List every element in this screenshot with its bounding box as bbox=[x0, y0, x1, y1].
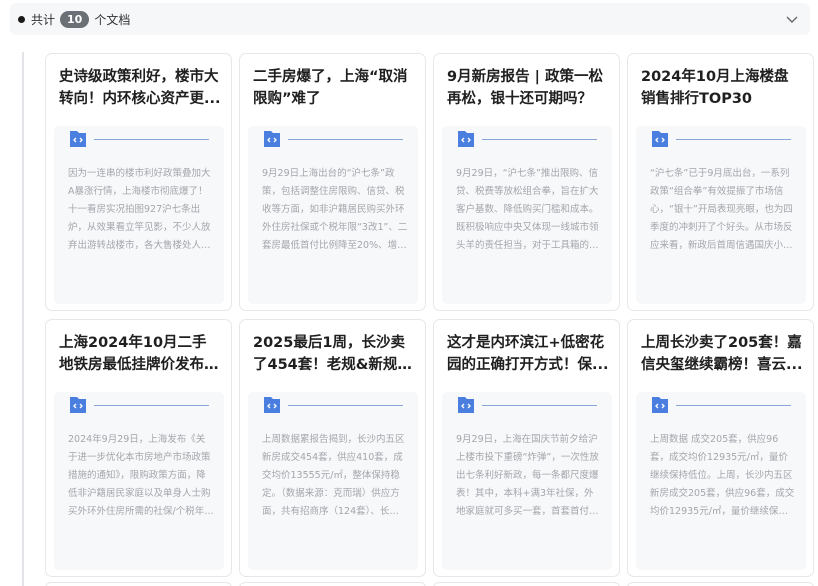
document-count-bar[interactable]: 共计 10 个文档 bbox=[10, 3, 810, 35]
preview-divider bbox=[94, 139, 209, 140]
document-card-partial[interactable] bbox=[239, 582, 426, 586]
card-preview-text: 上周数据累报告揭到，长沙内五区新房成交454套，供应410套，成交均价13555… bbox=[262, 434, 405, 517]
card-title: 2025最后1周，长沙卖了454套！老规&新规盘，... bbox=[253, 335, 405, 373]
card-preview-text: 9月29日，“沪七条”推出限购、信贷、税费等放松组合拳，旨在扩大客户基数、降低购… bbox=[456, 168, 599, 251]
card-preview: 因为一连串的楼市利好政策叠加大A暴涨行情，上海楼市彻底爆了！十一看房实况拍图92… bbox=[54, 126, 224, 304]
chevron-down-icon[interactable] bbox=[784, 11, 800, 27]
code-doc-icon bbox=[652, 131, 668, 147]
card-preview-text: 9月29日，上海在国庆节前夕给沪上楼市投下重磅“炸弹”，一次性放出七条利好新政，… bbox=[456, 434, 599, 517]
card-preview-text: 9月29日上海出台的“沪七条”政策，包括调整住房限购、信贷、税收等方面，如非沪籍… bbox=[262, 168, 408, 251]
document-card[interactable]: 二手房爆了，上海“取消限购”难了 9月29日上海出台的“沪七条”政策，包括调整住… bbox=[239, 53, 426, 311]
document-card[interactable]: 上周长沙卖了205套！嘉信央玺继续霸榜！喜云... 上周数据 成交205套，供应… bbox=[627, 319, 814, 577]
card-preview: 9月29日，上海在国庆节前夕给沪上楼市投下重磅“炸弹”，一次性放出七条利好新政，… bbox=[442, 392, 612, 570]
card-preview: 上周数据累报告揭到，长沙内五区新房成交454套，供应410套，成交均价13555… bbox=[248, 392, 418, 570]
card-title: 史诗级政策利好，楼市大转向！内环核心资产更... bbox=[59, 69, 221, 107]
card-preview-text: “沪七条”已于9月底出台，一系列政策“组合拳”有效提振了市场信心，“银十”开局表… bbox=[650, 168, 793, 251]
code-doc-icon bbox=[264, 397, 280, 413]
card-title: 2024年10月上海楼盘销售排行TOP30 bbox=[641, 69, 789, 107]
code-doc-icon bbox=[458, 397, 474, 413]
document-card[interactable]: 史诗级政策利好，楼市大转向！内环核心资产更... 因为一连串的楼市利好政策叠加大… bbox=[45, 53, 232, 311]
preview-divider bbox=[288, 405, 403, 406]
card-preview: “沪七条”已于9月底出台，一系列政策“组合拳”有效提振了市场信心，“银十”开局表… bbox=[636, 126, 806, 304]
preview-divider bbox=[482, 139, 597, 140]
preview-divider bbox=[288, 139, 403, 140]
document-card-partial[interactable] bbox=[45, 582, 232, 586]
document-card-partial[interactable] bbox=[433, 582, 620, 586]
preview-divider bbox=[676, 139, 791, 140]
card-title: 上周长沙卖了205套！嘉信央玺继续霸榜！喜云... bbox=[641, 335, 803, 373]
document-grid: 史诗级政策利好，楼市大转向！内环核心资产更... 因为一连串的楼市利好政策叠加大… bbox=[45, 53, 815, 586]
card-preview: 上周数据 成交205套，供应96套，成交均价12935元/㎡，量价继续保持低位。… bbox=[636, 392, 806, 570]
document-card-partial[interactable] bbox=[627, 582, 814, 586]
count-badge: 10 bbox=[60, 10, 90, 28]
card-title: 上海2024年10月二手地铁房最低挂牌价发布！28... bbox=[59, 335, 219, 373]
document-card[interactable]: 这才是内环滨江+低密花园的正确打开方式！保... 9月29日，上海在国庆节前夕给… bbox=[433, 319, 620, 577]
document-card[interactable]: 2024年10月上海楼盘销售排行TOP30 “沪七条”已于9月底出台，一系列政策… bbox=[627, 53, 814, 311]
preview-divider bbox=[94, 405, 209, 406]
card-preview-text: 上周数据 成交205套，供应96套，成交均价12935元/㎡，量价继续保持低位。… bbox=[650, 434, 795, 517]
code-doc-icon bbox=[652, 397, 668, 413]
count-suffix: 个文档 bbox=[94, 12, 131, 27]
card-title: 二手房爆了，上海“取消限购”难了 bbox=[253, 69, 408, 107]
code-doc-icon bbox=[264, 131, 280, 147]
preview-divider bbox=[482, 405, 597, 406]
document-card[interactable]: 9月新房报告 | 政策一松再松，银十还可期吗？ 9月29日，“沪七条”推出限购、… bbox=[433, 53, 620, 311]
scroll-rail bbox=[22, 52, 24, 586]
count-prefix: 共计 bbox=[31, 12, 56, 27]
preview-divider bbox=[676, 405, 791, 406]
card-title: 这才是内环滨江+低密花园的正确打开方式！保... bbox=[447, 335, 609, 373]
code-doc-icon bbox=[70, 131, 86, 147]
document-card[interactable]: 上海2024年10月二手地铁房最低挂牌价发布！28... 2024年9月29日，… bbox=[45, 319, 232, 577]
card-preview: 9月29日上海出台的“沪七条”政策，包括调整住房限购、信贷、税收等方面，如非沪籍… bbox=[248, 126, 418, 304]
code-doc-icon bbox=[458, 131, 474, 147]
card-preview: 9月29日，“沪七条”推出限购、信贷、税费等放松组合拳，旨在扩大客户基数、降低购… bbox=[442, 126, 612, 304]
card-preview-text: 2024年9月29日，上海发布《关于进一步优化本市房地产市场政策措施的通知》，限… bbox=[68, 434, 211, 517]
card-preview-text: 因为一连串的楼市利好政策叠加大A暴涨行情，上海楼市彻底爆了！十一看房实况拍图92… bbox=[68, 168, 211, 251]
document-card[interactable]: 2025最后1周，长沙卖了454套！老规&新规盘，... 上周数据累报告揭到，长… bbox=[239, 319, 426, 577]
bullet-dot bbox=[18, 15, 25, 23]
card-title: 9月新房报告 | 政策一松再松，银十还可期吗？ bbox=[447, 69, 603, 107]
card-preview: 2024年9月29日，上海发布《关于进一步优化本市房地产市场政策措施的通知》，限… bbox=[54, 392, 224, 570]
code-doc-icon bbox=[70, 397, 86, 413]
